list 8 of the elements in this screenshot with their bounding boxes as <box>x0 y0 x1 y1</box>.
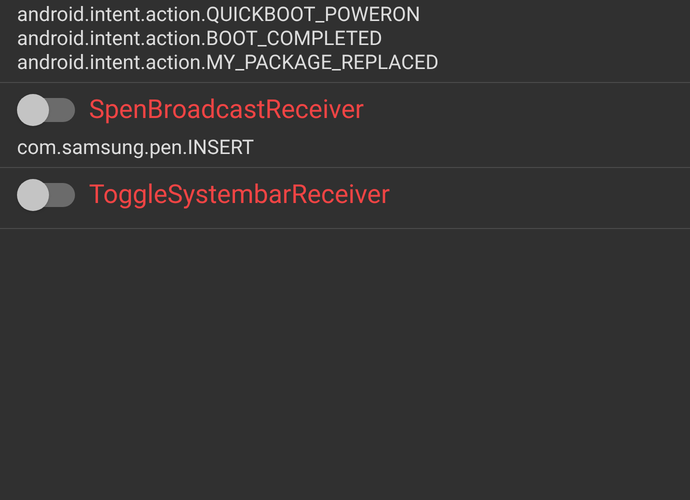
intent-action: android.intent.action.QUICKBOOT_POWERON <box>17 2 422 26</box>
receiver-name: SpenBroadcastReceiver <box>89 94 364 126</box>
intent-action: com.samsung.pen.INSERT <box>17 135 255 159</box>
intent-action: android.intent.action.MY_PACKAGE_REPLACED <box>17 50 440 74</box>
intent-action: android.intent.action.BOOT_COMPLETED <box>17 26 384 50</box>
toggle-switch[interactable] <box>17 179 75 211</box>
receiver-name: ToggleSystembarReceiver <box>89 178 390 212</box>
toggle-switch[interactable] <box>17 94 75 126</box>
